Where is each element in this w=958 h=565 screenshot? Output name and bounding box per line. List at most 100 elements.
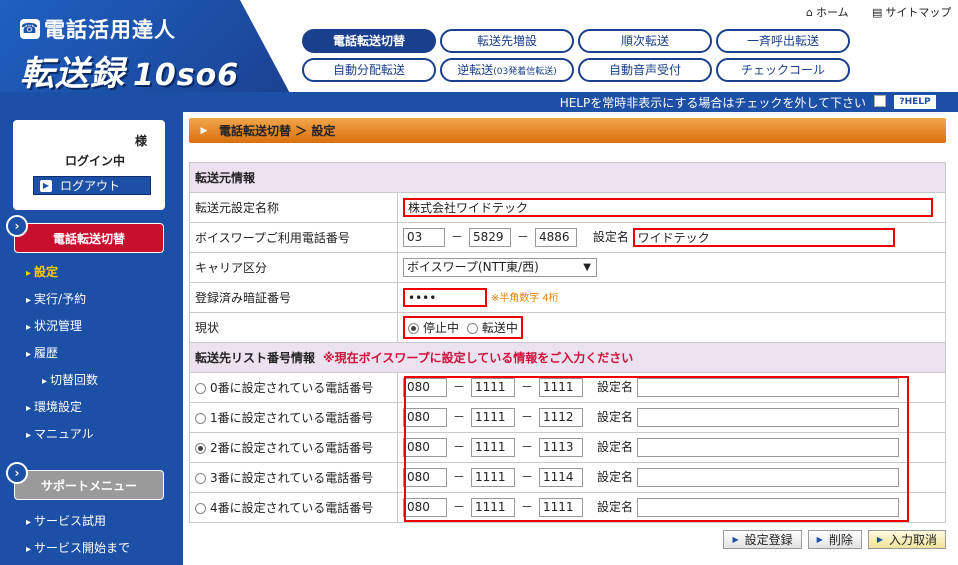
- arrow-right-icon: ▶: [40, 179, 52, 192]
- dest-row-label: 2番に設定されている電話番号: [189, 432, 398, 463]
- dest-4-part3-input[interactable]: 1111: [539, 498, 583, 517]
- dest-2-radio[interactable]: [195, 443, 206, 454]
- dest-0-radio[interactable]: [195, 383, 206, 394]
- settings-form: 転送元情報 転送元設定名称 株式会社ワイドテック ボイスワープご利用電話番号 0…: [189, 162, 946, 523]
- dest-row-label: 4番に設定されている電話番号: [189, 492, 398, 523]
- chevron-right-icon: ›: [6, 215, 28, 237]
- dest-0-part3-input[interactable]: 1111: [539, 378, 583, 397]
- user-name: 様: [134, 134, 147, 148]
- dest-3-part1-input[interactable]: 080: [403, 468, 447, 487]
- register-button[interactable]: ▶ 設定登録: [723, 530, 802, 549]
- nav-section-support[interactable]: サポートメニュー: [14, 470, 164, 500]
- header: ☎ 電話活用達人 転送録 10so6 ⌂ ホーム ▤ サイトマップ 電話転送切替 転送先…: [0, 0, 958, 112]
- dest-1-radio[interactable]: [195, 413, 206, 424]
- dest-1-part1-input[interactable]: 080: [403, 408, 447, 427]
- login-status: ログイン中: [65, 154, 126, 168]
- tab-reverse-forward[interactable]: 逆転送(03発着信転送): [440, 58, 574, 82]
- pin-label: 登録済み暗証番号: [189, 282, 398, 313]
- phone-setting-name-input[interactable]: ワイドテック: [632, 228, 895, 247]
- sidebar-item-until-start[interactable]: サービス開始まで: [26, 539, 130, 556]
- tab-auto-distribute[interactable]: 自動分配転送: [302, 58, 436, 82]
- carrier-select[interactable]: ボイスワープ(NTT東/西): [403, 258, 597, 277]
- dest-2-part1-input[interactable]: 080: [403, 438, 447, 457]
- sidebar: 様 ログイン中 ▶ログアウト 電話転送切替 › 設定 実行/予約 状況管理 履歴…: [0, 112, 183, 565]
- status-label: 現状: [189, 312, 398, 343]
- dest-4-name-input[interactable]: [636, 498, 899, 517]
- arrow-right-icon: ▶: [876, 535, 883, 544]
- sidebar-item-execute[interactable]: 実行/予約: [26, 290, 86, 307]
- setting-name-label: 設定名: [592, 230, 629, 244]
- login-box: 様 ログイン中 ▶ ログアウト: [13, 120, 165, 210]
- clear-input-button[interactable]: ▶ 入力取消: [867, 530, 946, 549]
- nav-section-call-forward[interactable]: 電話転送切替: [14, 223, 164, 253]
- phone-part2-input[interactable]: 5829: [469, 228, 511, 247]
- source-name-input[interactable]: 株式会社ワイドテック: [403, 198, 933, 217]
- sidebar-item-manual[interactable]: マニュアル: [26, 425, 94, 442]
- carrier-label: キャリア区分: [189, 252, 398, 283]
- help-toggle-text: HELPを常時非表示にする場合はチェックを外して下さい: [559, 96, 866, 110]
- main-content: ▶ 電話転送切替 ＞ 設定 転送元情報 転送元設定名称 株式会社ワイドテック ボイ…: [189, 118, 946, 549]
- arrow-right-icon: ▶: [200, 125, 208, 136]
- status-forwarding-radio[interactable]: [466, 323, 478, 334]
- source-name-label: 転送元設定名称: [189, 192, 398, 223]
- dest-3-part3-input[interactable]: 1114: [539, 468, 583, 487]
- breadcrumb: ▶ 電話転送切替 ＞ 設定: [189, 118, 946, 143]
- dest-3-radio[interactable]: [195, 473, 206, 484]
- section-source: 転送元情報: [189, 162, 946, 193]
- sitemap-link[interactable]: ▤ サイトマップ: [872, 4, 951, 20]
- tab-check-call[interactable]: チェックコール: [716, 58, 850, 82]
- arrow-right-icon: ▶: [732, 535, 739, 544]
- phone-part3-input[interactable]: 4886: [535, 228, 577, 247]
- tab-add-destination[interactable]: 転送先増設: [440, 29, 574, 53]
- phone-part1-input[interactable]: 03: [403, 228, 445, 247]
- pin-input[interactable]: ••••: [403, 288, 487, 307]
- help-bar: HELPを常時非表示にする場合はチェックを外して下さい ?HELP: [0, 92, 958, 112]
- destinations-warning: ※現在ボイスワープに設定している情報をご入力ください: [323, 351, 634, 365]
- dest-row-label: 3番に設定されている電話番号: [189, 462, 398, 493]
- dest-2-part2-input[interactable]: 1111: [471, 438, 515, 457]
- sidebar-item-status[interactable]: 状況管理: [26, 317, 82, 334]
- pin-note: ※半角数字 4桁: [490, 293, 559, 304]
- phone-label: ボイスワープご利用電話番号: [189, 222, 398, 253]
- home-link[interactable]: ⌂ ホーム: [806, 4, 849, 20]
- sidebar-item-trial[interactable]: サービス試用: [26, 512, 106, 529]
- dest-0-name-input[interactable]: [636, 378, 899, 397]
- help-button[interactable]: ?HELP: [894, 95, 936, 109]
- sitemap-icon: ▤: [872, 5, 883, 19]
- dest-4-part1-input[interactable]: 080: [403, 498, 447, 517]
- phone-icon: ☎: [20, 19, 40, 39]
- dest-1-name-input[interactable]: [636, 408, 899, 427]
- dest-1-part3-input[interactable]: 1112: [539, 408, 583, 427]
- sidebar-item-switch-count[interactable]: 切替回数: [42, 371, 98, 388]
- logo-title: 電話活用達人: [44, 18, 176, 42]
- logout-button[interactable]: ▶ ログアウト: [33, 176, 151, 195]
- sidebar-item-settings[interactable]: 設定: [26, 263, 58, 280]
- dest-1-part2-input[interactable]: 1111: [471, 408, 515, 427]
- dest-3-part2-input[interactable]: 1111: [471, 468, 515, 487]
- help-toggle-checkbox[interactable]: [874, 95, 886, 107]
- sidebar-item-history[interactable]: 履歴: [26, 344, 58, 361]
- logo-version: 10so6: [133, 58, 240, 93]
- main-tabs: 電話転送切替 転送先増設 順次転送 一斉呼出転送 自動分配転送 逆転送(03発着…: [302, 29, 850, 82]
- dest-0-part2-input[interactable]: 1111: [471, 378, 515, 397]
- dest-3-name-input[interactable]: [636, 468, 899, 487]
- dest-2-name-input[interactable]: [636, 438, 899, 457]
- tab-broadcast-forward[interactable]: 一斉呼出転送: [716, 29, 850, 53]
- status-stopped-radio[interactable]: [408, 323, 419, 334]
- dest-row-label: 1番に設定されている電話番号: [189, 402, 398, 433]
- dest-row-label: 0番に設定されている電話番号: [189, 372, 398, 403]
- tab-sequential-forward[interactable]: 順次転送: [578, 29, 712, 53]
- delete-button[interactable]: ▶ 削除: [807, 530, 862, 549]
- dest-0-part1-input[interactable]: 080: [403, 378, 447, 397]
- tab-auto-voice[interactable]: 自動音声受付: [578, 58, 712, 82]
- dest-2-part3-input[interactable]: 1113: [539, 438, 583, 457]
- form-actions: ▶ 設定登録 ▶ 削除 ▶ 入力取消: [723, 530, 946, 549]
- status-radio-group: 停止中 転送中: [403, 316, 523, 339]
- dest-4-part2-input[interactable]: 1111: [471, 498, 515, 517]
- dest-4-radio[interactable]: [195, 503, 206, 514]
- chevron-right-icon: ›: [6, 462, 28, 484]
- logo-product: 転送録: [20, 54, 125, 94]
- arrow-right-icon: ▶: [816, 535, 823, 544]
- tab-call-forward-switch[interactable]: 電話転送切替: [302, 29, 436, 53]
- sidebar-item-environment[interactable]: 環境設定: [26, 398, 82, 415]
